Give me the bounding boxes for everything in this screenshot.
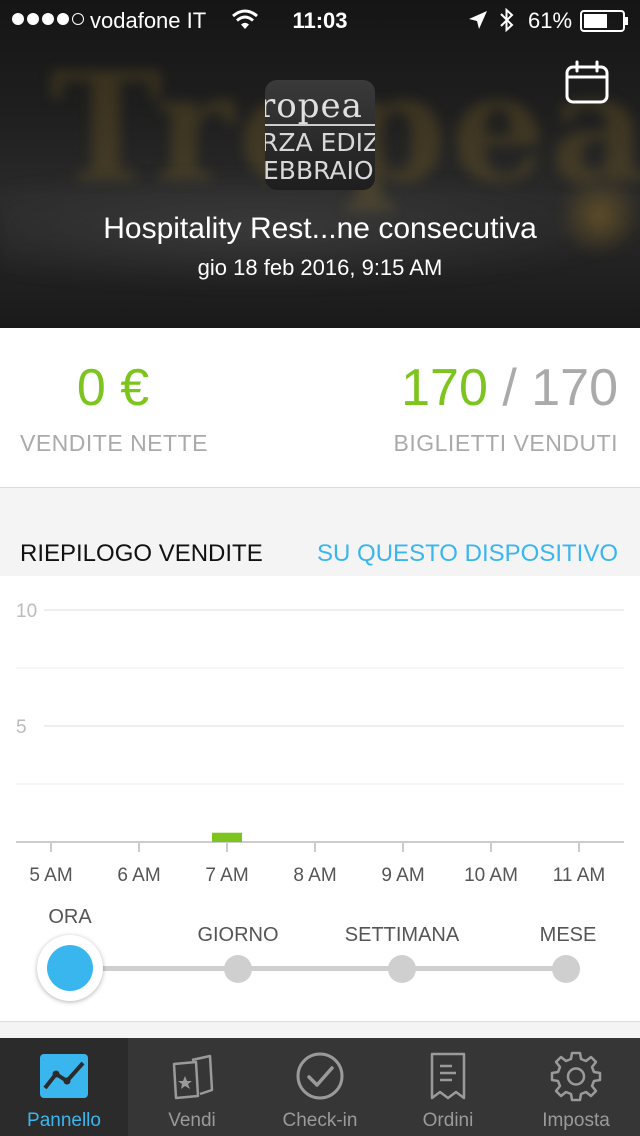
sales-summary-title: RIEPILOGO VENDITE <box>20 540 263 567</box>
event-logo: ropea RZA EDIZIO EBBRAIO <box>265 80 375 190</box>
chart-y-tick-label: 5 <box>16 717 27 738</box>
chart-bar <box>212 832 242 842</box>
chart-x-tick-label: 8 AM <box>293 865 336 886</box>
event-header: Tropea vodafone IT 11:03 61% <box>0 0 640 328</box>
chart-x-tick-label: 9 AM <box>381 865 424 886</box>
chart-x-tick-label: 7 AM <box>205 865 248 886</box>
logo-text: EBBRAIO <box>265 156 374 185</box>
sales-stats: 0 € VENDITE NETTE 170 / 170 BIGLIETTI VE… <box>0 328 640 488</box>
period-slider-track[interactable] <box>70 966 566 971</box>
status-bar: vodafone IT 11:03 61% <box>0 0 640 40</box>
check-circle-icon <box>296 1052 344 1100</box>
tab-pannello[interactable]: Pannello <box>0 1038 128 1136</box>
logo-text: RZA EDIZIO <box>265 128 375 157</box>
dashboard-chart-icon <box>40 1054 88 1098</box>
calendar-icon[interactable] <box>562 58 612 108</box>
tab-vendi[interactable]: Vendi <box>128 1038 256 1136</box>
net-sales-value: 0 € <box>76 359 150 417</box>
tickets-separator: / <box>502 359 517 417</box>
tickets-total-count: 170 <box>531 359 618 417</box>
battery-icon <box>580 10 628 32</box>
period-knob-day[interactable] <box>224 955 252 983</box>
event-title: Hospitality Rest...ne consecutiva <box>103 212 537 245</box>
bluetooth-icon <box>500 8 514 32</box>
tab-label: Pannello <box>27 1110 101 1131</box>
tab-bar: Pannello Vendi Check-in Ordini Imposta <box>0 1038 640 1136</box>
sales-chart-svg: 10 5 5 AM 6 AM 7 AM 8 AM 9 AM 10 AM 11 AM <box>16 601 624 886</box>
chart-y-tick-label: 10 <box>16 601 37 622</box>
period-option-day[interactable]: GIORNO <box>158 924 318 947</box>
net-sales-label: VENDITE NETTE <box>20 430 208 456</box>
chart-x-tick-label: 6 AM <box>117 865 160 886</box>
tab-imposta[interactable]: Imposta <box>512 1038 640 1136</box>
period-knob-month[interactable] <box>552 955 580 983</box>
chart-x-tick-label: 11 AM <box>553 865 605 886</box>
tab-check-in[interactable]: Check-in <box>256 1038 384 1136</box>
tab-label: Imposta <box>542 1110 610 1131</box>
logo-text: ropea <box>265 86 363 126</box>
tickets-icon <box>172 1054 214 1100</box>
section-divider <box>0 1022 640 1038</box>
location-arrow-icon <box>469 11 487 29</box>
gear-icon <box>550 1051 602 1102</box>
period-knob-week[interactable] <box>388 955 416 983</box>
receipt-icon <box>430 1052 466 1100</box>
period-knob-selected[interactable] <box>37 935 103 1001</box>
tickets-sold-label: BIGLIETTI VENDUTI <box>393 430 618 456</box>
event-date: gio 18 feb 2016, 9:15 AM <box>197 255 443 280</box>
period-option-hour[interactable]: ORA <box>0 906 150 929</box>
period-option-week[interactable]: SETTIMANA <box>322 924 482 947</box>
period-selector: ORA GIORNO SETTIMANA MESE <box>0 896 640 1022</box>
battery-percentage: 61% <box>528 8 573 33</box>
tickets-sold-count: 170 <box>401 359 488 417</box>
period-option-month[interactable]: MESE <box>488 924 640 947</box>
tab-label: Ordini <box>422 1110 474 1131</box>
chart-x-tick-label: 5 AM <box>29 865 72 886</box>
tab-label: Check-in <box>282 1110 358 1131</box>
sales-chart: 10 5 5 AM 6 AM 7 AM 8 AM 9 AM 10 AM 11 AM <box>0 576 640 896</box>
tab-ordini[interactable]: Ordini <box>384 1038 512 1136</box>
tickets-sold-value: 170 / 170 <box>401 358 618 418</box>
device-filter-link[interactable]: SU QUESTO DISPOSITIVO <box>317 540 618 568</box>
tab-label: Vendi <box>168 1110 216 1131</box>
chart-x-tick-label: 10 AM <box>464 865 518 886</box>
